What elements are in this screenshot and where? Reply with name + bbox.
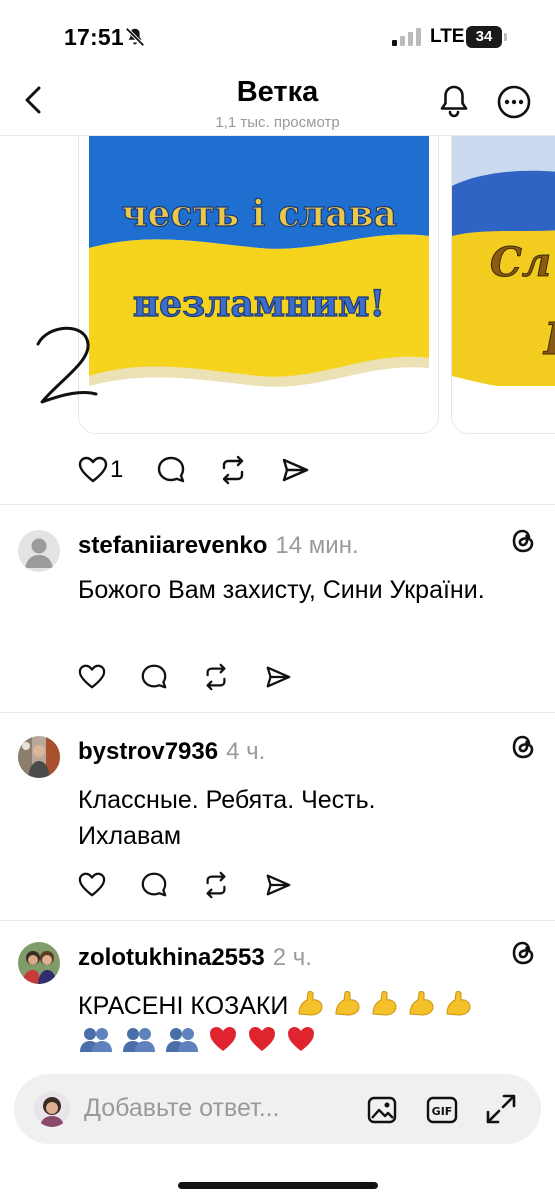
comment-actions (78, 870, 318, 900)
comment-reply-button[interactable] (140, 662, 168, 692)
gif-icon[interactable]: GIF (426, 1094, 458, 1126)
flexed-biceps-emoji (446, 991, 471, 1016)
comment-like-button[interactable] (78, 870, 106, 900)
comment-item: bystrov7936 4 ч. Классные. Ребята. Честь.… (0, 712, 555, 920)
speech-bubble-icon (141, 872, 167, 897)
busts-in-silhouette-emoji (122, 1028, 155, 1052)
expand-icon[interactable] (484, 1092, 518, 1126)
post-image-carousel[interactable]: честь і слава незламним! Сл Г (0, 136, 555, 436)
like-button[interactable]: 1 (78, 452, 123, 488)
red-heart-emoji (287, 1027, 314, 1051)
username-text: zolotukhina2553 (78, 944, 265, 971)
post-actions: 1 (0, 452, 555, 488)
avatar[interactable] (18, 736, 60, 778)
flexed-biceps-emoji (335, 991, 360, 1016)
bell-mute-icon (125, 27, 145, 47)
status-time: 17:51 (64, 24, 124, 50)
repost-icon (222, 455, 244, 485)
user-photo-avatar (18, 942, 60, 984)
more-options-icon[interactable] (496, 84, 532, 120)
flag-image-card[interactable]: честь і слава незламним! (78, 136, 439, 434)
comment-text: КРАСЕНІ КОЗАКИ (78, 988, 548, 1060)
reply-input[interactable]: Добавьте ответ... (84, 1094, 280, 1123)
red-heart-emoji (209, 1027, 236, 1051)
comment-username[interactable]: zolotukhina2553 2 ч. (78, 944, 312, 972)
repost-icon (206, 663, 226, 691)
battery-icon: 34 (466, 26, 508, 48)
bell-icon[interactable] (436, 82, 472, 120)
reply-composer[interactable]: Добавьте ответ... GIF (14, 1074, 541, 1144)
heart-image-text-2: Г (542, 314, 555, 365)
ukraine-flag-image: честь і слава незламним! (79, 136, 438, 433)
threads-logo-icon[interactable] (508, 526, 538, 556)
flag-text-line-2: незламним! (133, 283, 385, 325)
share-button[interactable] (280, 452, 310, 488)
comment-text: Божого Вам захисту, Сини України. (78, 576, 485, 604)
comment-actions (78, 662, 318, 692)
battery-tip (504, 33, 507, 41)
avatar[interactable] (18, 942, 60, 984)
comment-username[interactable]: bystrov7936 4 ч. (78, 738, 265, 766)
flexed-biceps-emoji (298, 991, 323, 1016)
heart-icon (78, 456, 108, 483)
threads-logo-icon[interactable] (508, 732, 538, 762)
comment-item: zolotukhina2553 2 ч. КРАСЕНІ КОЗАКИ (0, 920, 555, 1070)
comment-share-button[interactable] (264, 870, 292, 900)
status-bar: 17:51 LTE 34 (0, 0, 555, 70)
comment-timestamp: 4 ч. (226, 738, 266, 765)
reply-button[interactable] (156, 452, 186, 488)
speech-bubble-icon (157, 456, 185, 483)
comment-repost-button[interactable] (202, 870, 230, 900)
comment-text-content: КРАСЕНІ КОЗАКИ (78, 992, 289, 1020)
home-indicator[interactable] (178, 1182, 378, 1189)
repost-icon (206, 871, 226, 899)
user-photo-avatar (34, 1091, 70, 1127)
comment-timestamp: 2 ч. (272, 944, 312, 971)
like-count: 1 (110, 456, 124, 483)
send-icon (282, 458, 309, 482)
busts-in-silhouette-emoji (80, 1028, 112, 1052)
comment-item: stefaniiarevenko 14 мин. Божого Вам захис… (0, 504, 555, 712)
svg-text:GIF: GIF (432, 1105, 453, 1118)
comment-share-button[interactable] (264, 662, 292, 692)
network-label: LTE (430, 26, 465, 47)
heart-image-text-1: Сл (490, 239, 551, 286)
heart-flag-image: Сл Г (452, 136, 555, 433)
red-heart-emoji (248, 1027, 275, 1051)
threads-logo-icon[interactable] (508, 938, 538, 968)
comment-reply-button[interactable] (140, 870, 168, 900)
heart-image-card[interactable]: Сл Г (451, 136, 555, 434)
handwritten-number-2 (36, 326, 98, 404)
heart-icon (78, 872, 106, 897)
comment-text: Классные. Ребята. Честь. Ихлавам (78, 786, 376, 850)
username-text: stefaniiarevenko (78, 532, 268, 559)
default-avatar-icon (25, 538, 53, 568)
heart-icon (78, 664, 106, 689)
image-picker-icon[interactable] (366, 1094, 398, 1126)
signal-icon (392, 28, 421, 46)
speech-bubble-icon (141, 664, 167, 689)
avatar[interactable] (18, 530, 60, 572)
flexed-biceps-emoji (409, 991, 434, 1016)
comment-repost-button[interactable] (202, 662, 230, 692)
flexed-biceps-emoji (372, 991, 397, 1016)
send-icon (266, 874, 291, 896)
username-text: bystrov7936 (78, 738, 219, 765)
user-photo-avatar (18, 736, 60, 778)
comment-username[interactable]: stefaniiarevenko 14 мин. (78, 532, 359, 560)
flag-text-line-1: честь і слава (121, 193, 397, 235)
comment-like-button[interactable] (78, 662, 106, 692)
send-icon (266, 666, 291, 688)
comment-timestamp: 14 мин. (275, 532, 359, 559)
battery-level: 34 (466, 26, 502, 48)
thread-header: Ветка 1,1 тыс. просмотр (0, 70, 555, 136)
busts-in-silhouette-emoji (165, 1028, 198, 1052)
repost-button[interactable] (218, 452, 248, 488)
own-avatar (34, 1091, 70, 1127)
